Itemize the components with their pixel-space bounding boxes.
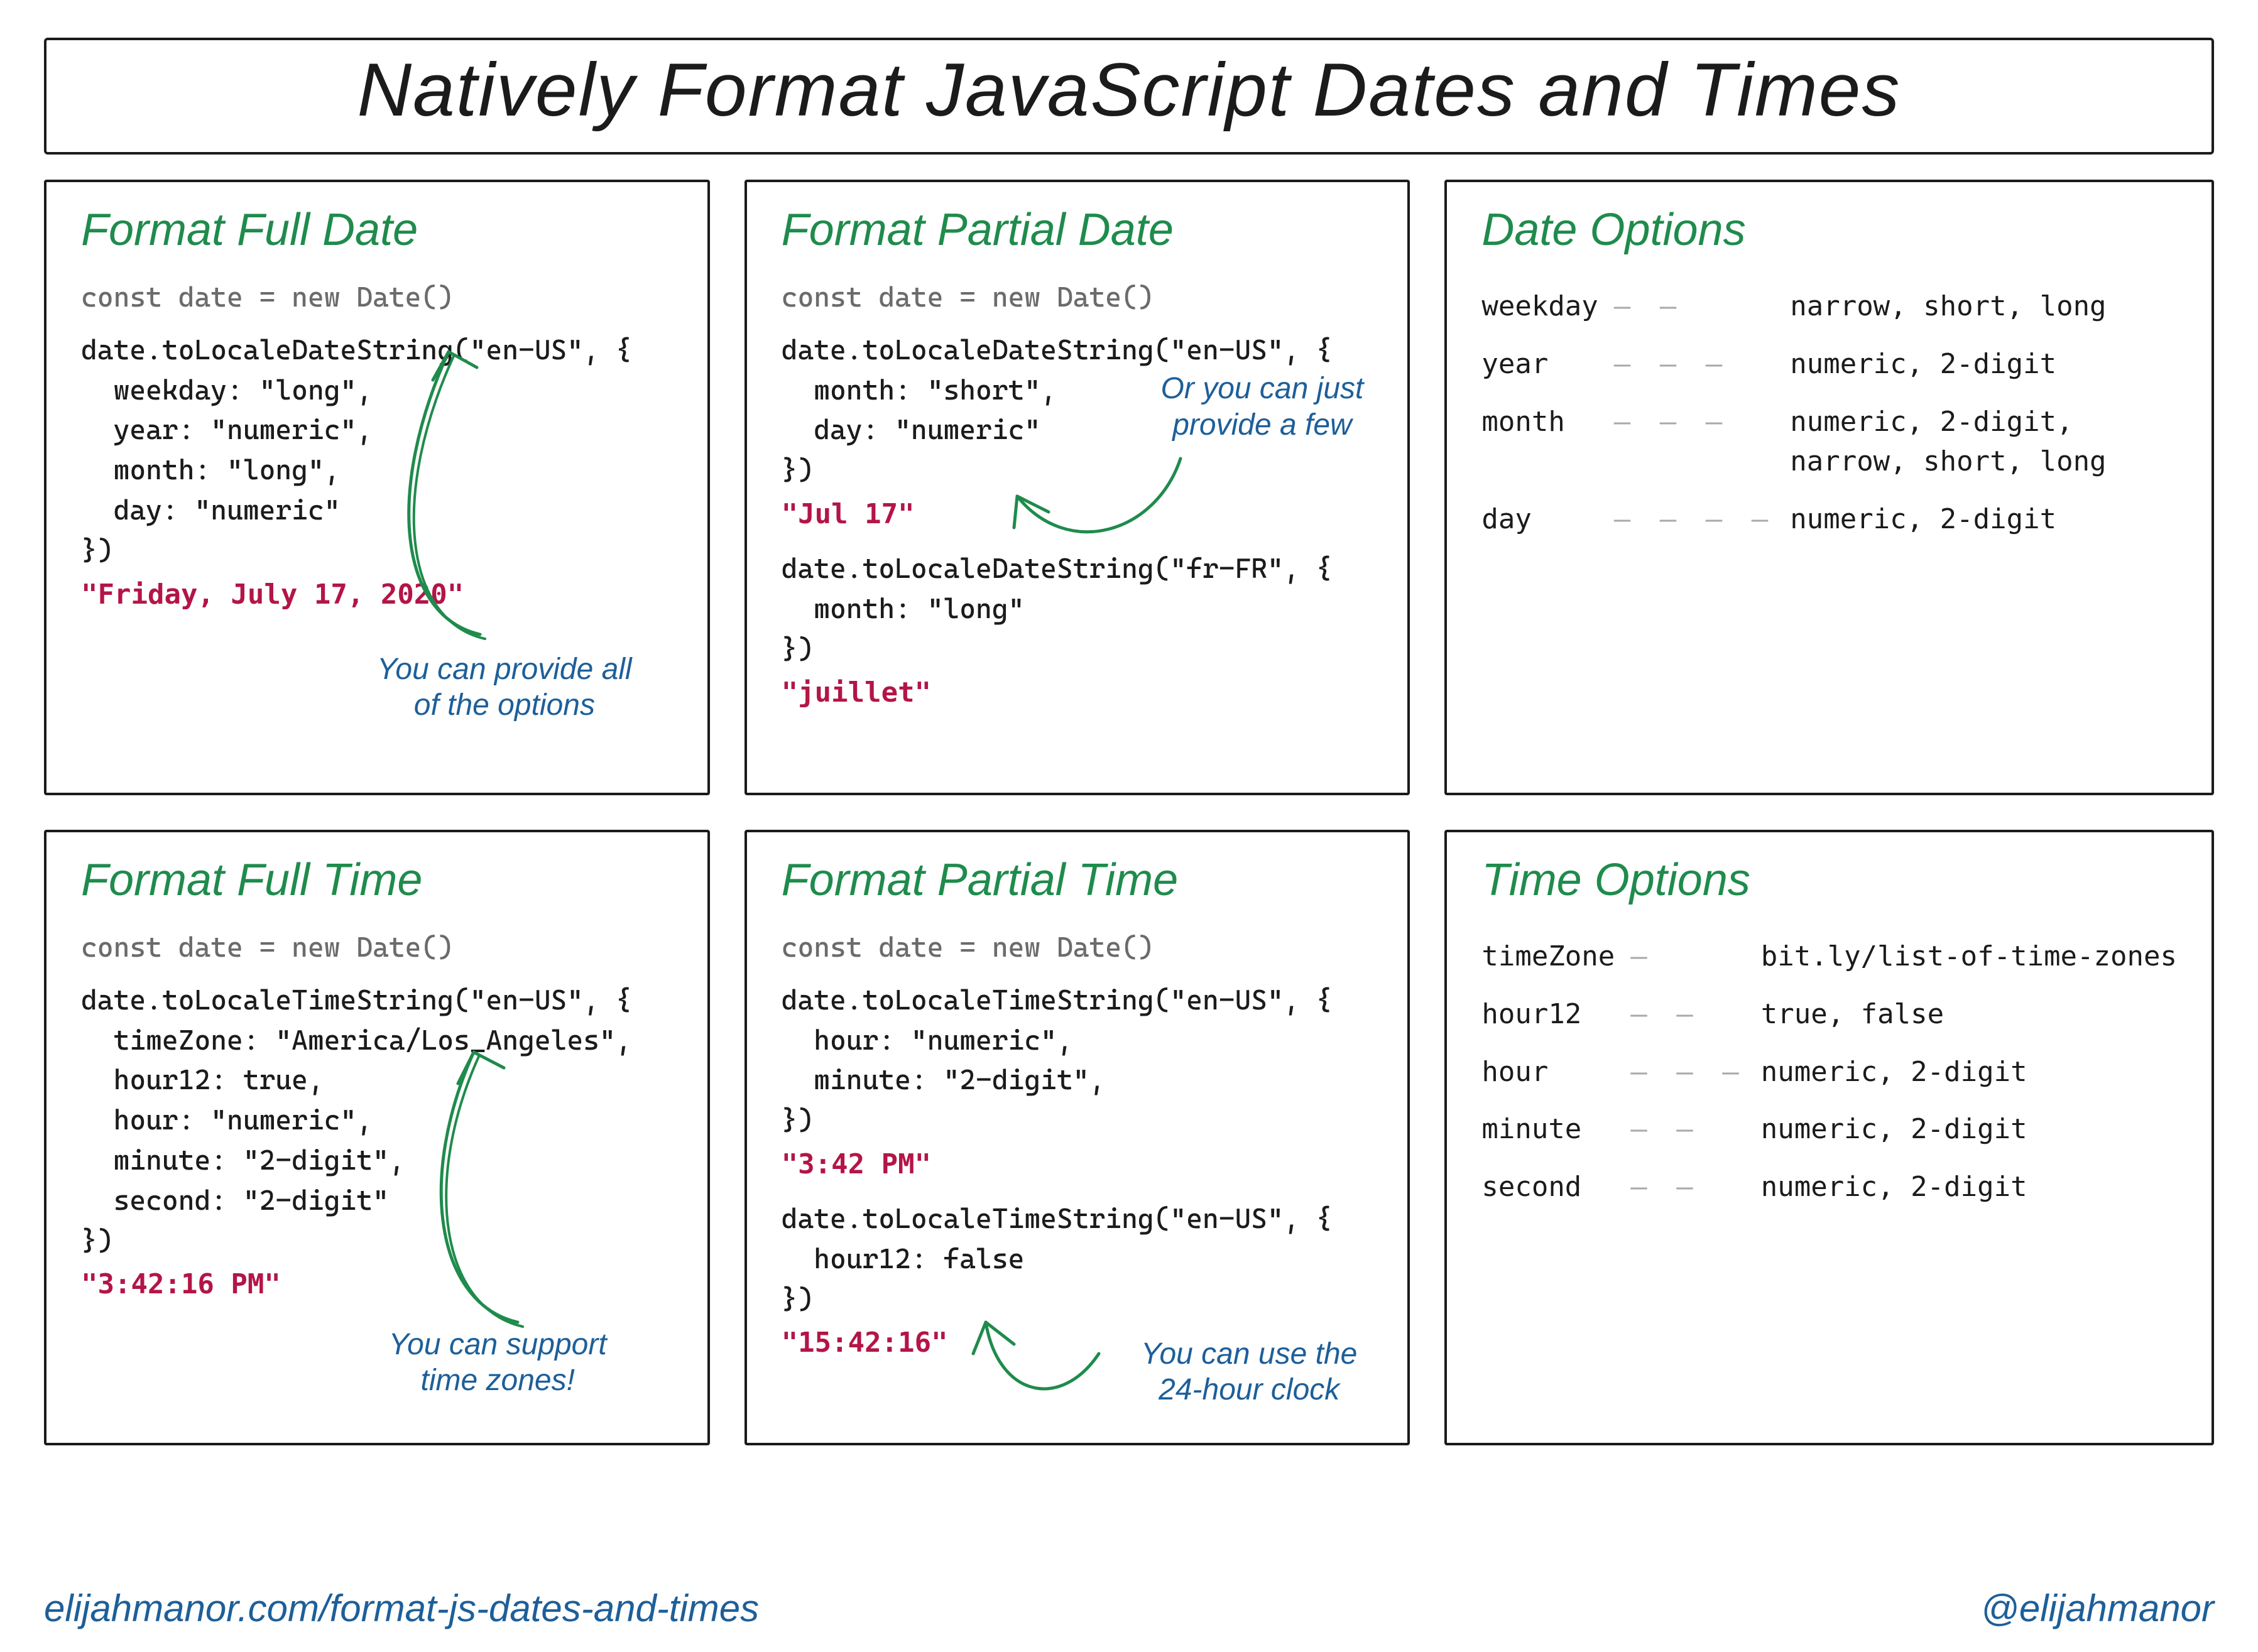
option-key: hour: [1481, 1043, 1630, 1101]
option-row: weekday — — narrow, short, long: [1481, 278, 2106, 335]
card-date-options: Date Options weekday — — narrow, short, …: [1444, 180, 2214, 795]
code-decl: const date = new Date(): [782, 278, 1373, 318]
option-row: hour — — — numeric, 2-digit: [1481, 1043, 2177, 1101]
code-decl: const date = new Date(): [81, 278, 673, 318]
option-dash: — —: [1630, 1158, 1760, 1216]
option-values: true, false: [1761, 986, 2177, 1043]
option-dash: — — — —: [1614, 491, 1790, 548]
option-dash: — —: [1630, 986, 1760, 1043]
page-root: Natively Format JavaScript Dates and Tim…: [0, 0, 2258, 1652]
option-key: day: [1481, 491, 1613, 548]
option-values: numeric, 2-digit: [1790, 491, 2106, 548]
page-title: Natively Format JavaScript Dates and Tim…: [65, 46, 2193, 133]
option-dash: — — —: [1614, 393, 1790, 491]
option-key: second: [1481, 1158, 1630, 1216]
option-dash: — — —: [1614, 335, 1790, 393]
options-table: timeZone — bit.ly/list-of-time-zones hou…: [1481, 928, 2177, 1216]
option-values: numeric, 2-digit: [1761, 1158, 2177, 1216]
footer-handle: @elijahmanor: [1981, 1587, 2214, 1630]
option-key: weekday: [1481, 278, 1613, 335]
option-row: second — — numeric, 2-digit: [1481, 1158, 2177, 1216]
option-row: minute — — numeric, 2-digit: [1481, 1100, 2177, 1158]
option-key: minute: [1481, 1100, 1630, 1158]
option-dash: — —: [1614, 278, 1790, 335]
option-row: year — — — numeric, 2-digit: [1481, 335, 2106, 393]
code-snippet: date.toLocaleDateString("en-US", { month…: [782, 330, 1373, 491]
option-values: narrow, short, long: [1790, 278, 2106, 335]
card-grid: Format Full Date const date = new Date()…: [31, 180, 2227, 1445]
card-heading: Format Partial Time: [782, 854, 1373, 906]
option-values: numeric, 2-digit, narrow, short, long: [1790, 393, 2106, 491]
option-row: hour12 — — true, false: [1481, 986, 2177, 1043]
option-key: timeZone: [1481, 928, 1630, 986]
footer-url: elijahmanor.com/format-js-dates-and-time…: [44, 1587, 759, 1630]
card-heading: Format Full Time: [81, 854, 673, 906]
code-result: "Friday, July 17, 2020": [81, 579, 673, 611]
option-dash: — — —: [1630, 1043, 1760, 1101]
code-decl: const date = new Date(): [81, 928, 673, 968]
code-snippet: date.toLocaleDateString("en-US", { weekd…: [81, 330, 673, 571]
card-heading: Format Full Date: [81, 204, 673, 256]
option-row: timeZone — bit.ly/list-of-time-zones: [1481, 928, 2177, 986]
option-row: day — — — — numeric, 2-digit: [1481, 491, 2106, 548]
option-key: year: [1481, 335, 1613, 393]
option-row: month — — — numeric, 2-digit, narrow, sh…: [1481, 393, 2106, 491]
code-snippet: date.toLocaleDateString("fr-FR", { month…: [782, 549, 1373, 669]
code-result: "3:42 PM": [782, 1148, 1373, 1180]
option-key: month: [1481, 393, 1613, 491]
annotation-note: You can provide all of the options: [377, 651, 632, 724]
card-format-partial-time: Format Partial Time const date = new Dat…: [744, 830, 1410, 1445]
option-dash: —: [1630, 928, 1760, 986]
card-format-full-time: Format Full Time const date = new Date()…: [44, 830, 710, 1445]
card-heading: Format Partial Date: [782, 204, 1373, 256]
card-time-options: Time Options timeZone — bit.ly/list-of-t…: [1444, 830, 2214, 1445]
code-result: "Jul 17": [782, 498, 1373, 530]
option-dash: — —: [1630, 1100, 1760, 1158]
title-box: Natively Format JavaScript Dates and Tim…: [44, 38, 2214, 155]
code-snippet: date.toLocaleTimeString("en-US", { timeZ…: [81, 981, 673, 1261]
option-values: numeric, 2-digit: [1790, 335, 2106, 393]
card-format-partial-date: Format Partial Date const date = new Dat…: [744, 180, 1410, 795]
footer: elijahmanor.com/format-js-dates-and-time…: [44, 1587, 2214, 1630]
code-result: "15:42:16": [782, 1327, 1373, 1359]
option-key: hour12: [1481, 986, 1630, 1043]
option-values: numeric, 2-digit: [1761, 1043, 2177, 1101]
option-values: numeric, 2-digit: [1761, 1100, 2177, 1158]
card-format-full-date: Format Full Date const date = new Date()…: [44, 180, 710, 795]
annotation-note: You can support time zones!: [389, 1327, 607, 1399]
code-result: "3:42:16 PM": [81, 1268, 673, 1300]
card-heading: Time Options: [1481, 854, 2177, 906]
option-values: bit.ly/list-of-time-zones: [1761, 928, 2177, 986]
code-snippet: date.toLocaleTimeString("en-US", { hour1…: [782, 1199, 1373, 1319]
code-snippet: date.toLocaleTimeString("en-US", { hour:…: [782, 981, 1373, 1141]
code-result: "juillet": [782, 677, 1373, 709]
code-decl: const date = new Date(): [782, 928, 1373, 968]
options-table: weekday — — narrow, short, long year — —…: [1481, 278, 2106, 548]
card-heading: Date Options: [1481, 204, 2177, 256]
